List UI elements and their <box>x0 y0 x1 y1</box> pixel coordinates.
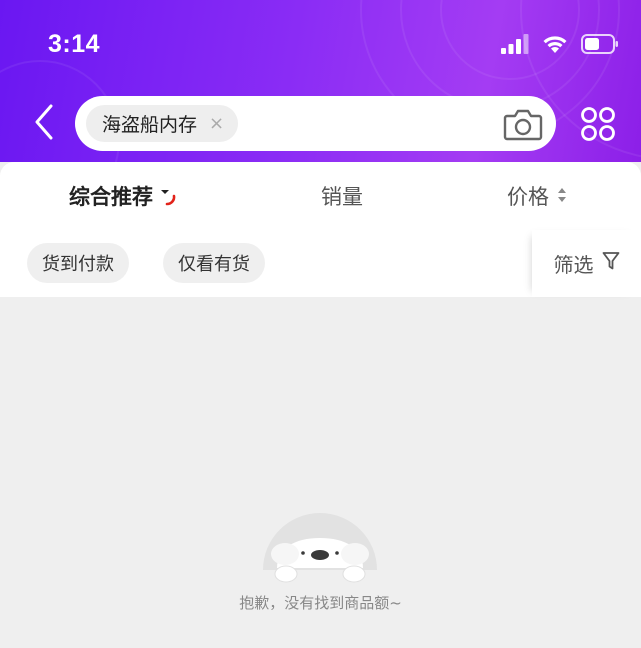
tab-comprehensive[interactable]: 综合推荐 <box>69 181 177 211</box>
caret-down-icon <box>159 183 177 209</box>
tab-label: 销量 <box>321 185 363 209</box>
filter-button[interactable]: 筛选 <box>532 230 641 297</box>
search-input[interactable]: 海盗船内存 × <box>75 96 556 151</box>
funnel-icon <box>602 251 620 276</box>
clear-query-icon[interactable]: × <box>209 114 224 133</box>
filter-label: 筛选 <box>553 253 594 277</box>
empty-state-illustration <box>255 510 385 588</box>
search-query-text: 海盗船内存 <box>102 114 198 136</box>
camera-icon <box>503 109 543 146</box>
sort-arrows-icon <box>557 184 567 208</box>
tab-price[interactable]: 价格 <box>507 181 567 211</box>
header: 3:14 海盗船内存 × <box>0 0 641 162</box>
camera-button[interactable] <box>503 106 543 142</box>
battery-icon <box>581 34 619 58</box>
apps-grid-icon <box>580 107 616 146</box>
filter-chip-in-stock[interactable]: 仅看有货 <box>163 243 265 283</box>
tab-sales[interactable]: 销量 <box>321 181 363 211</box>
tab-label: 综合推荐 <box>69 185 153 209</box>
sort-bar: 综合推荐 销量 价格 <box>0 162 641 230</box>
filter-chip-cod[interactable]: 货到付款 <box>27 243 129 283</box>
filter-bar: 货到付款 仅看有货 筛选 <box>0 230 641 297</box>
back-button[interactable] <box>26 100 62 148</box>
status-icons <box>501 34 619 58</box>
wifi-icon <box>541 34 569 58</box>
signal-icon <box>501 34 529 58</box>
back-arrow-icon <box>34 104 54 144</box>
status-time: 3:14 <box>48 30 101 58</box>
search-query-chip[interactable]: 海盗船内存 × <box>86 105 239 142</box>
empty-state-message: 抱歉，没有找到商品额~ <box>239 594 402 612</box>
apps-button[interactable] <box>580 106 616 142</box>
tab-label: 价格 <box>507 185 549 209</box>
